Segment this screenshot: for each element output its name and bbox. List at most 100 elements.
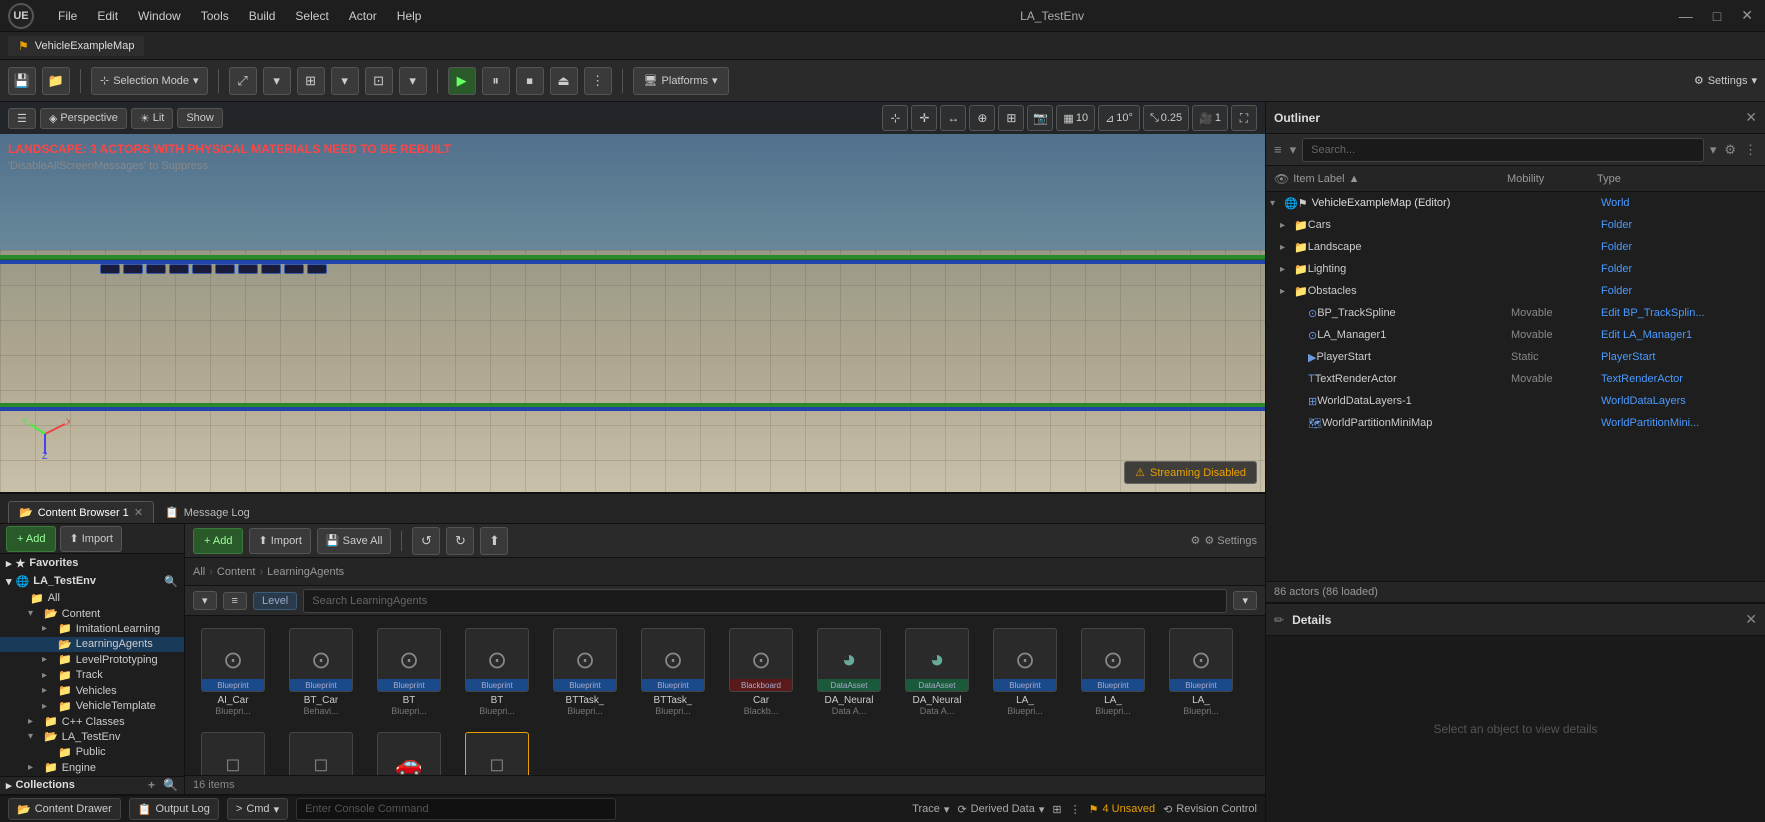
camera-btn[interactable]: 🎥 1 [1192,105,1228,131]
tree-item-la-manager[interactable]: ⊙ LA_Manager1 Movable Edit LA_Manager1 [1266,324,1765,346]
content-import-button[interactable]: ⬆ Import [249,528,310,554]
settings-button[interactable]: ⚙ Settings ▾ [1694,74,1757,87]
lit-button[interactable]: ☀ Lit [131,108,174,129]
list-item[interactable]: ◕ DataAsset DA_Neural Data A... [897,624,977,720]
path-content[interactable]: Content [217,566,256,578]
surface-snap-btn[interactable]: ⊞ [998,105,1024,131]
list-item[interactable]: ⊙ Blackboard Car Blackb... [721,624,801,720]
maximize-button[interactable]: □ [1709,8,1725,24]
parent-folder-button[interactable]: ⬆ [480,527,508,555]
add-button[interactable]: + Add [6,526,56,552]
list-item[interactable]: ⊙ Blueprint BTTask_ Bluepri... [633,624,713,720]
derived-data-item[interactable]: ⟳ Derived Data ▾ [957,803,1044,816]
selection-mode-button[interactable]: ⊹ Selection Mode ▾ [91,67,208,95]
angle-btn[interactable]: ⊿ 10° [1098,105,1140,131]
list-item[interactable]: ⊙ Blueprint LA_ Bluepri... [1073,624,1153,720]
snap-dropdown-button[interactable]: ▾ [399,67,427,95]
sidebar-content-item[interactable]: ▾ 📂 Content [0,606,184,621]
network-item[interactable]: ⊞ [1052,803,1061,816]
stop-button[interactable]: ⏹ [516,67,544,95]
pivot-button[interactable]: ⊞ [297,67,325,95]
sidebar-public-item[interactable]: 📁 Public [0,745,184,760]
tree-item-landscape[interactable]: ▸ 📁 Landscape Folder [1266,236,1765,258]
menu-edit[interactable]: Edit [89,7,126,25]
list-item[interactable]: ⊙ Blueprint BTTask_ Bluepri... [545,624,625,720]
snap-button[interactable]: ⊡ [365,67,393,95]
menu-window[interactable]: Window [130,7,189,25]
list-item[interactable]: ⊙ Blueprint BT_Car Behavi... [281,624,361,720]
list-item[interactable]: ⊙ Blueprint BT Bluepri... [457,624,537,720]
list-item[interactable]: ◻ Blueprint LA_Trainer Bluepri... [281,728,361,775]
close-button[interactable]: ✕ [1737,7,1757,24]
list-item[interactable]: ⊙ Blueprint BT Bluepri... [369,624,449,720]
col-mobility-header[interactable]: Mobility [1507,173,1597,185]
eject-button[interactable]: ⏏ [550,67,578,95]
tree-item-world-partition[interactable]: 🗺 WorldPartitionMiniMap WorldPartitionMi… [1266,412,1765,434]
tree-item-root[interactable]: ▾ 🌐 ⚑ VehicleExampleMap (Editor) World [1266,192,1765,214]
sidebar-track-item[interactable]: ▸ 📁 Track [0,668,184,683]
platforms-button[interactable]: 🖥 Platforms ▾ [633,67,729,95]
pivot-dropdown-button[interactable]: ▾ [331,67,359,95]
menu-help[interactable]: Help [389,7,430,25]
list-item[interactable]: ◻ Blueprint LA_Policy Bluepri... [193,728,273,775]
la-testenv-section[interactable]: ▾ 🌐 LA_TestEnv 🔍 [0,572,184,590]
details-close-button[interactable]: ✕ [1745,611,1757,628]
minimize-button[interactable]: — [1675,8,1697,24]
sidebar-all-item[interactable]: 📁 All [0,590,184,605]
collections-add-icon[interactable]: + [148,778,155,792]
ue-logo[interactable]: UE [8,3,34,29]
import-button[interactable]: ⬆ Import [60,526,121,552]
streaming-disabled-badge[interactable]: ⚠ Streaming Disabled [1124,461,1257,484]
outliner-more-button[interactable]: ⋮ [1742,140,1759,160]
content-settings-button[interactable]: ⚙ ⚙ Settings [1190,534,1257,547]
sidebar-la-testenv2-item[interactable]: ▾ 📂 LA_TestEnv [0,729,184,744]
tree-item-text-render[interactable]: T TextRenderActor Movable TextRenderActo… [1266,368,1765,390]
content-browser-tab-close[interactable]: ✕ [134,506,143,519]
col-type-header[interactable]: Type [1597,173,1757,185]
tree-item-player-start[interactable]: ▶ PlayerStart Static PlayerStart [1266,346,1765,368]
play-button[interactable]: ▶ [448,67,476,95]
history-back-button[interactable]: ↺ [412,527,440,555]
tree-item-lighting[interactable]: ▸ 📁 Lighting Folder [1266,258,1765,280]
outliner-expand-button[interactable]: ▾ [1288,140,1299,160]
tree-item-cars[interactable]: ▸ 📁 Cars Folder [1266,214,1765,236]
content-add-button[interactable]: + Add [193,528,243,554]
message-log-tab[interactable]: 📋 Message Log [154,501,261,523]
transform-dropdown-button[interactable]: ▾ [263,67,291,95]
menu-tools[interactable]: Tools [193,7,237,25]
show-button[interactable]: Show [177,108,223,128]
list-item[interactable]: ◕ DataAsset DA_Neural Data A... [809,624,889,720]
collections-section[interactable]: ▸ Collections + 🔍 [0,776,184,795]
transform-button[interactable]: ⤢ [229,67,257,95]
trace-item[interactable]: Trace ▾ [912,803,949,816]
tree-item-world-data[interactable]: ⊞ WorldDataLayers-1 WorldDataLayers [1266,390,1765,412]
content-drawer-button[interactable]: 📂 Content Drawer [8,798,121,820]
list-item[interactable]: ⊙ Blueprint LA_ Bluepri... [1161,624,1241,720]
outliner-search-dropdown[interactable]: ▾ [1708,140,1719,160]
menu-file[interactable]: File [50,7,85,25]
sidebar-vehicles-item[interactable]: ▸ 📁 Vehicles [0,683,184,698]
world-local-btn[interactable]: ⊕ [969,105,995,131]
perspective-button[interactable]: ◈ Perspective [40,108,127,129]
cmd-button[interactable]: > Cmd ▾ [227,798,288,820]
settings-status-item[interactable]: ⋮ [1070,803,1081,816]
filter-options-button[interactable]: ≡ [223,592,247,610]
sidebar-cpp-classes-item[interactable]: ▸ 📁 C++ Classes [0,714,184,729]
content-browser-toolbar-button[interactable]: 📁 [42,67,70,95]
content-browser-tab[interactable]: 📂 Content Browser 1 ✕ [8,501,154,523]
bp-type[interactable]: Edit BP_TrackSplin... [1601,307,1761,319]
menu-select[interactable]: Select [287,7,336,25]
outliner-options-button[interactable]: ⚙ [1722,140,1738,160]
col-label-header[interactable]: 👁 Item Label ▲ [1274,172,1507,186]
pause-button[interactable]: ⏸ [482,67,510,95]
level-filter-tag[interactable]: Level [253,592,297,610]
grid-size-btn[interactable]: ▦ 10 [1056,105,1095,131]
collections-search-icon[interactable]: 🔍 [163,778,178,792]
camera-speed-btn[interactable]: 📷 [1027,105,1053,131]
output-log-button[interactable]: 📋 Output Log [129,798,219,820]
search-dropdown-button[interactable]: ▾ [1233,591,1257,610]
tree-item-obstacles[interactable]: ▸ 📁 Obstacles Folder [1266,280,1765,302]
la-manager-type[interactable]: Edit LA_Manager1 [1601,329,1761,341]
search-sidebar-icon[interactable]: 🔍 [164,575,178,588]
filter-dropdown-button[interactable]: ▾ [193,591,217,610]
